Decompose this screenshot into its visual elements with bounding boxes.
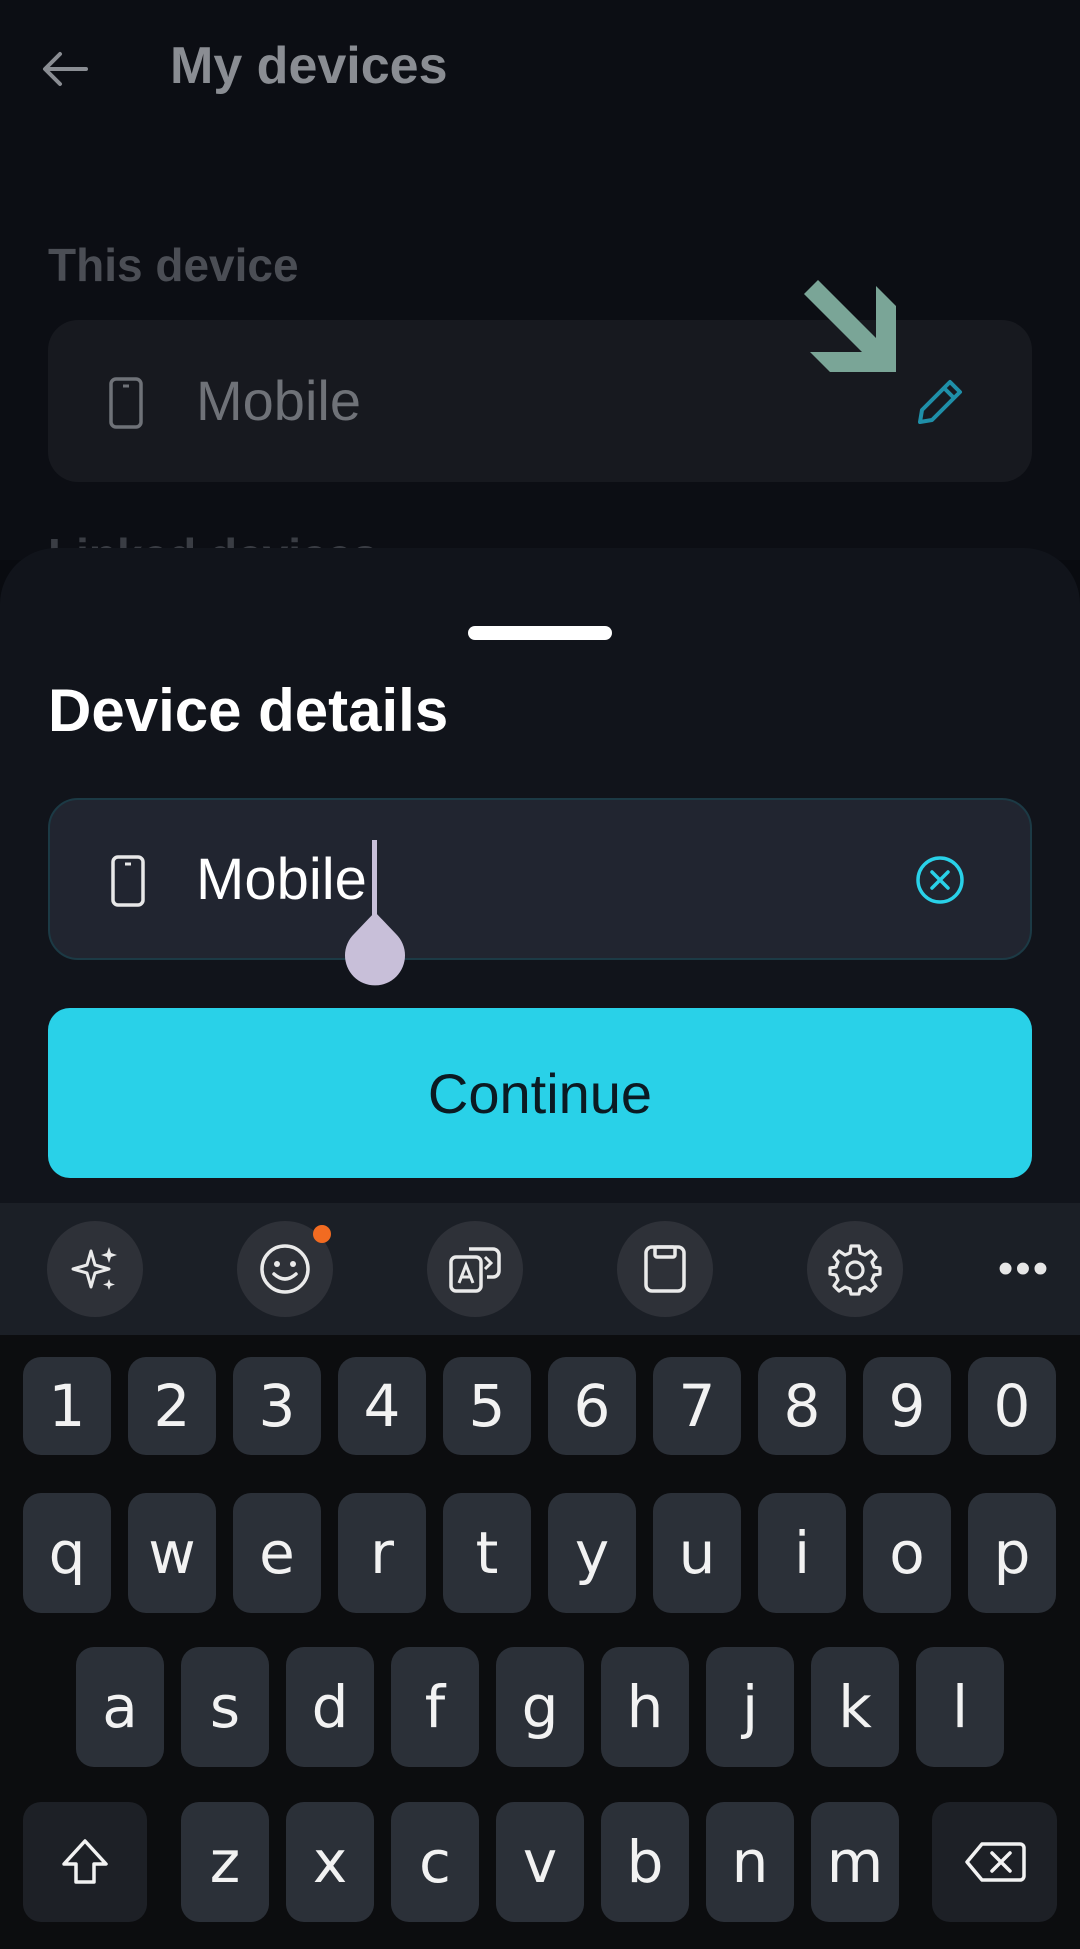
continue-button[interactable]: Continue <box>48 1008 1032 1178</box>
device-name-input-value[interactable]: Mobile <box>196 846 367 913</box>
key-b[interactable]: b <box>601 1802 689 1922</box>
notification-dot <box>313 1225 331 1243</box>
clipboard-icon <box>644 1245 686 1293</box>
sheet-drag-handle[interactable] <box>468 626 612 640</box>
keyboard-settings-button[interactable] <box>807 1221 903 1317</box>
key-8[interactable]: 8 <box>758 1357 846 1455</box>
key-m[interactable]: m <box>811 1802 899 1922</box>
ai-tools-button[interactable] <box>47 1221 143 1317</box>
clear-icon[interactable] <box>912 852 968 908</box>
text-cursor <box>372 840 377 916</box>
back-button[interactable] <box>30 34 100 104</box>
key-p[interactable]: p <box>968 1493 1056 1613</box>
page-title: My devices <box>170 37 448 95</box>
phone-icon <box>109 377 143 429</box>
key-c[interactable]: c <box>391 1802 479 1922</box>
backspace-icon <box>964 1842 1026 1882</box>
key-k[interactable]: k <box>811 1647 899 1767</box>
device-name-field[interactable]: Mobile <box>48 798 1032 986</box>
phone-icon <box>111 855 145 907</box>
key-u[interactable]: u <box>653 1493 741 1613</box>
section-label-this-device: This device <box>48 239 299 291</box>
key-z[interactable]: z <box>181 1802 269 1922</box>
shift-icon <box>62 1839 108 1884</box>
key-f[interactable]: f <box>391 1647 479 1767</box>
key-h[interactable]: h <box>601 1647 689 1767</box>
key-i[interactable]: i <box>758 1493 846 1613</box>
key-7[interactable]: 7 <box>653 1357 741 1455</box>
key-j[interactable]: j <box>706 1647 794 1767</box>
key-a[interactable]: a <box>76 1647 164 1767</box>
key-n[interactable]: n <box>706 1802 794 1922</box>
more-options-button[interactable]: ••• <box>976 1221 1072 1317</box>
screen: My devices This device Mobile Linked dev… <box>0 0 1080 1949</box>
sheet-title: Device details <box>48 677 449 744</box>
key-9[interactable]: 9 <box>863 1357 951 1455</box>
background-page: My devices This device Mobile Linked dev… <box>0 0 1080 581</box>
key-1[interactable]: 1 <box>23 1357 111 1455</box>
key-y[interactable]: y <box>548 1493 636 1613</box>
pencil-icon[interactable] <box>910 372 970 432</box>
key-r[interactable]: r <box>338 1493 426 1613</box>
shift-key[interactable] <box>23 1802 147 1922</box>
keyboard-toolbar: ••• <box>0 1203 1080 1335</box>
translate-icon <box>449 1247 501 1293</box>
top-bar: My devices <box>0 0 1080 140</box>
key-6[interactable]: 6 <box>548 1357 636 1455</box>
key-d[interactable]: d <box>286 1647 374 1767</box>
cursor-handle[interactable] <box>344 912 406 988</box>
key-w[interactable]: w <box>128 1493 216 1613</box>
key-t[interactable]: t <box>443 1493 531 1613</box>
key-g[interactable]: g <box>496 1647 584 1767</box>
key-l[interactable]: l <box>916 1647 1004 1767</box>
key-o[interactable]: o <box>863 1493 951 1613</box>
device-name: Mobile <box>196 369 361 432</box>
backspace-key[interactable] <box>932 1802 1057 1922</box>
hint-arrow-icon <box>804 280 896 372</box>
key-4[interactable]: 4 <box>338 1357 426 1455</box>
key-e[interactable]: e <box>233 1493 321 1613</box>
clipboard-button[interactable] <box>617 1221 713 1317</box>
key-q[interactable]: q <box>23 1493 111 1613</box>
sparkle-icon <box>71 1247 117 1290</box>
emoji-icon <box>260 1244 310 1294</box>
key-5[interactable]: 5 <box>443 1357 531 1455</box>
key-3[interactable]: 3 <box>233 1357 321 1455</box>
keyboard: 1234567890 qwertyuiop asdfghjkl zxcvbnm <box>0 1335 1080 1949</box>
key-0[interactable]: 0 <box>968 1357 1056 1455</box>
key-s[interactable]: s <box>181 1647 269 1767</box>
settings-icon <box>828 1244 882 1296</box>
translate-button[interactable] <box>427 1221 523 1317</box>
emoji-button[interactable] <box>237 1221 333 1317</box>
key-x[interactable]: x <box>286 1802 374 1922</box>
key-2[interactable]: 2 <box>128 1357 216 1455</box>
key-v[interactable]: v <box>496 1802 584 1922</box>
arrow-left-icon <box>43 52 88 86</box>
